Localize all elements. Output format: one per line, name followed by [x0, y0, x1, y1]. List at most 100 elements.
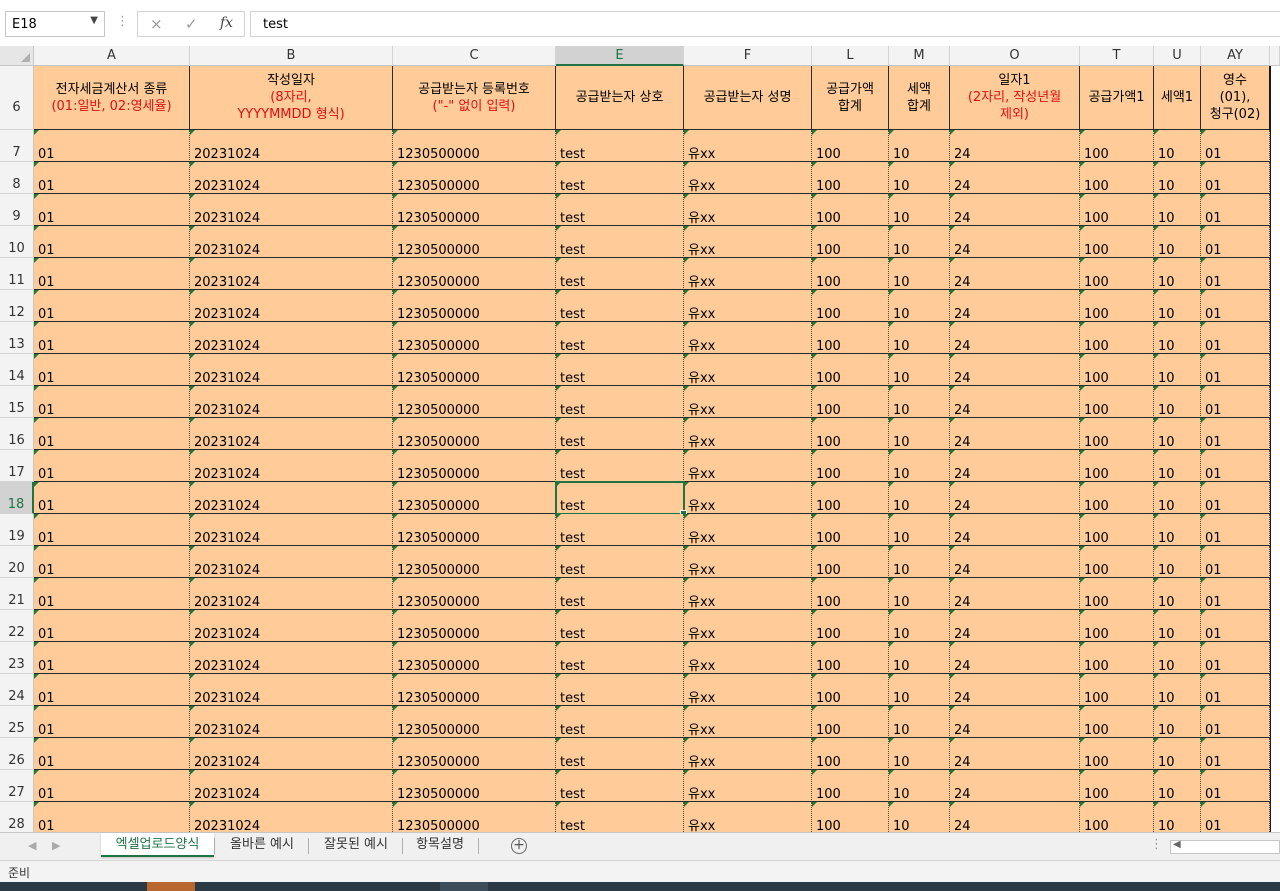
cell-a10[interactable]: 01	[34, 226, 190, 258]
cell-f7[interactable]: 유xx	[684, 130, 812, 162]
cell-l27[interactable]: 100	[812, 770, 889, 802]
cell-m20[interactable]: 10	[889, 546, 950, 578]
cell-c22[interactable]: 1230500000	[393, 610, 556, 642]
cell-b23[interactable]: 20231024	[190, 642, 393, 674]
cell-c9[interactable]: 1230500000	[393, 194, 556, 226]
cell-b9[interactable]: 20231024	[190, 194, 393, 226]
cell-b19[interactable]: 20231024	[190, 514, 393, 546]
cell-u15[interactable]: 10	[1154, 386, 1201, 418]
cell-a20[interactable]: 01	[34, 546, 190, 578]
cell-l25[interactable]: 100	[812, 706, 889, 738]
cell-m21[interactable]: 10	[889, 578, 950, 610]
cell-o23[interactable]: 24	[950, 642, 1080, 674]
cell-l13[interactable]: 100	[812, 322, 889, 354]
cell-t10[interactable]: 100	[1080, 226, 1154, 258]
cell-l8[interactable]: 100	[812, 162, 889, 194]
header-cell-e[interactable]: 공급받는자 상호	[556, 66, 684, 130]
cell-ay9[interactable]: 01	[1201, 194, 1270, 226]
cell-u26[interactable]: 10	[1154, 738, 1201, 770]
cell-e15[interactable]: test	[556, 386, 684, 418]
cell-t19[interactable]: 100	[1080, 514, 1154, 546]
cell-a11[interactable]: 01	[34, 258, 190, 290]
cell-t7[interactable]: 100	[1080, 130, 1154, 162]
cell-u25[interactable]: 10	[1154, 706, 1201, 738]
cell-c10[interactable]: 1230500000	[393, 226, 556, 258]
row-header-28[interactable]: 28	[0, 802, 34, 832]
cell-c13[interactable]: 1230500000	[393, 322, 556, 354]
cell-o13[interactable]: 24	[950, 322, 1080, 354]
cell-ay27[interactable]: 01	[1201, 770, 1270, 802]
cell-l7[interactable]: 100	[812, 130, 889, 162]
more-options-icon[interactable]: ⋮	[116, 14, 129, 29]
cell-ay16[interactable]: 01	[1201, 418, 1270, 450]
cell-u14[interactable]: 10	[1154, 354, 1201, 386]
cell-t8[interactable]: 100	[1080, 162, 1154, 194]
cell-m24[interactable]: 10	[889, 674, 950, 706]
cell-u28[interactable]: 10	[1154, 802, 1201, 832]
row-header-20[interactable]: 20	[0, 546, 34, 578]
cell-b13[interactable]: 20231024	[190, 322, 393, 354]
cell-m26[interactable]: 10	[889, 738, 950, 770]
cell-u16[interactable]: 10	[1154, 418, 1201, 450]
select-all-corner[interactable]	[0, 46, 34, 66]
cell-c26[interactable]: 1230500000	[393, 738, 556, 770]
column-header-e[interactable]: E	[556, 46, 684, 66]
tab-scroll-right-icon[interactable]: ▶	[52, 839, 60, 852]
header-cell-b[interactable]: 작성일자 (8자리, YYYYMMDD 형식)	[190, 66, 393, 130]
header-cell-c[interactable]: 공급받는자 등록번호 ("-" 없이 입력)	[393, 66, 556, 130]
cell-o8[interactable]: 24	[950, 162, 1080, 194]
cell-o21[interactable]: 24	[950, 578, 1080, 610]
spreadsheet-grid[interactable]: A B C E F L M O T U AY 6 전자세금계산서 종류 (01:일반, 02:영세율) 작성…	[0, 46, 1280, 832]
cell-t22[interactable]: 100	[1080, 610, 1154, 642]
cell-o28[interactable]: 24	[950, 802, 1080, 832]
cell-f27[interactable]: 유xx	[684, 770, 812, 802]
cell-l14[interactable]: 100	[812, 354, 889, 386]
cell-t9[interactable]: 100	[1080, 194, 1154, 226]
cell-m28[interactable]: 10	[889, 802, 950, 832]
header-cell-m[interactable]: 세액 합계	[889, 66, 950, 130]
row-header-13[interactable]: 13	[0, 322, 34, 354]
cell-a21[interactable]: 01	[34, 578, 190, 610]
cell-ay26[interactable]: 01	[1201, 738, 1270, 770]
cell-e22[interactable]: test	[556, 610, 684, 642]
cell-b14[interactable]: 20231024	[190, 354, 393, 386]
cell-b16[interactable]: 20231024	[190, 418, 393, 450]
cell-f14[interactable]: 유xx	[684, 354, 812, 386]
cell-ay7[interactable]: 01	[1201, 130, 1270, 162]
cell-f21[interactable]: 유xx	[684, 578, 812, 610]
cell-a26[interactable]: 01	[34, 738, 190, 770]
cell-c24[interactable]: 1230500000	[393, 674, 556, 706]
cell-e24[interactable]: test	[556, 674, 684, 706]
cell-ay24[interactable]: 01	[1201, 674, 1270, 706]
cell-e21[interactable]: test	[556, 578, 684, 610]
cell-m23[interactable]: 10	[889, 642, 950, 674]
cell-o18[interactable]: 24	[950, 482, 1080, 514]
column-header-next[interactable]	[1270, 46, 1280, 66]
cell-o16[interactable]: 24	[950, 418, 1080, 450]
cell-b28[interactable]: 20231024	[190, 802, 393, 832]
row-header-7[interactable]: 7	[0, 130, 34, 162]
cell-ay11[interactable]: 01	[1201, 258, 1270, 290]
cell-c18[interactable]: 1230500000	[393, 482, 556, 514]
cell-m13[interactable]: 10	[889, 322, 950, 354]
cell-e19[interactable]: test	[556, 514, 684, 546]
row-header-17[interactable]: 17	[0, 450, 34, 482]
cell-ay21[interactable]: 01	[1201, 578, 1270, 610]
cell-b18[interactable]: 20231024	[190, 482, 393, 514]
cell-l10[interactable]: 100	[812, 226, 889, 258]
cell-m17[interactable]: 10	[889, 450, 950, 482]
cell-l26[interactable]: 100	[812, 738, 889, 770]
row-header-16[interactable]: 16	[0, 418, 34, 450]
insert-function-icon[interactable]: fx	[220, 15, 233, 31]
cell-u13[interactable]: 10	[1154, 322, 1201, 354]
cell-a9[interactable]: 01	[34, 194, 190, 226]
cell-e20[interactable]: test	[556, 546, 684, 578]
chevron-down-icon[interactable]: ▼	[90, 15, 98, 26]
row-header-9[interactable]: 9	[0, 194, 34, 226]
cell-t18[interactable]: 100	[1080, 482, 1154, 514]
cell-ay18[interactable]: 01	[1201, 482, 1270, 514]
cell-m19[interactable]: 10	[889, 514, 950, 546]
cell-f17[interactable]: 유xx	[684, 450, 812, 482]
cell-a23[interactable]: 01	[34, 642, 190, 674]
cell-m15[interactable]: 10	[889, 386, 950, 418]
